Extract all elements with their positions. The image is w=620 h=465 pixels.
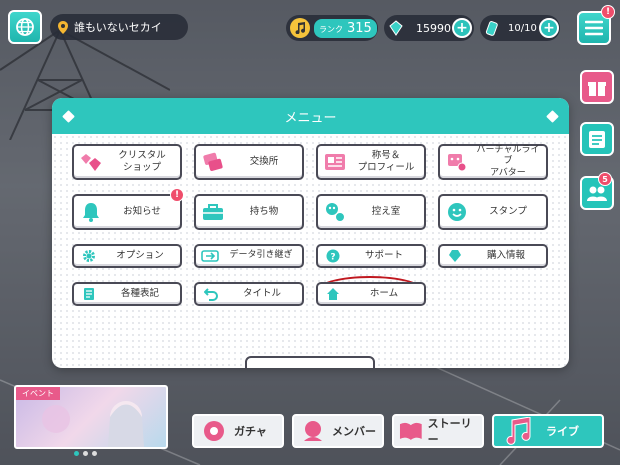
data-transfer-button[interactable]: データ引き継ぎ — [194, 244, 304, 268]
gacha-label: ガチャ — [234, 425, 267, 438]
exchange-button[interactable]: 交換所 — [194, 144, 304, 180]
gift-button[interactable] — [580, 70, 614, 104]
crystal-count: 15990 — [416, 21, 451, 35]
add-energy-button[interactable]: + — [539, 18, 559, 38]
header-diamond-left — [62, 110, 75, 123]
member-label: メンバー — [332, 425, 376, 438]
location-pin-icon — [58, 20, 68, 34]
music-note-icon — [506, 417, 531, 445]
legal-notices-label: 各種表記 — [120, 288, 159, 300]
support-label: サポート — [364, 250, 403, 262]
virtual-live-avatar-label: バーチャルライブ アバター — [476, 145, 540, 178]
event-artwork — [42, 401, 144, 447]
add-crystal-button[interactable]: + — [452, 18, 472, 38]
hamburger-icon — [585, 20, 603, 36]
gear-icon — [74, 249, 104, 263]
location-name: 誰もいないセカイ — [74, 21, 162, 34]
friends-badge: 5 — [598, 172, 612, 186]
legal-notices-button[interactable]: 各種表記 — [72, 282, 182, 306]
story-label: ストーリー — [427, 417, 472, 446]
pager-dot — [83, 451, 88, 456]
live-tab[interactable]: ライブ — [492, 414, 604, 448]
globe-button[interactable] — [8, 10, 42, 44]
svg-text:?: ? — [330, 253, 335, 263]
purchase-icon — [440, 249, 470, 263]
dialog-title: メニュー — [284, 110, 337, 126]
crystal-shop-label: クリスタル ショップ — [118, 150, 166, 173]
live-label: ライブ — [546, 425, 579, 438]
header-diamond-right — [546, 110, 559, 123]
home-button[interactable]: ホーム — [316, 282, 426, 306]
close-button[interactable]: 閉じる — [245, 356, 375, 368]
event-banner[interactable]: イベント — [14, 385, 168, 449]
data-transfer-label: データ引き継ぎ — [229, 250, 293, 261]
exchange-icon — [196, 152, 230, 172]
transfer-icon — [196, 249, 224, 263]
menu-alert-badge: ! — [601, 5, 615, 19]
support-button[interactable]: ? サポート — [316, 244, 426, 268]
return-title-label: タイトル — [242, 288, 281, 300]
pager-dot-active — [74, 451, 79, 456]
title-profile-label: 称号＆ プロフィール — [357, 150, 415, 173]
location-pill[interactable]: 誰もいないセカイ — [50, 14, 188, 40]
clipboard-icon — [589, 131, 605, 148]
inventory-button[interactable]: 持ち物 — [194, 194, 304, 230]
purchase-info-button[interactable]: 購入情報 — [438, 244, 548, 268]
inventory-label: 持ち物 — [249, 206, 279, 218]
crystal-shop-button[interactable]: クリスタル ショップ — [72, 144, 182, 180]
rank-value: 315 — [347, 20, 372, 36]
waiting-room-label: 控え室 — [371, 206, 401, 218]
purchase-info-label: 購入情報 — [486, 250, 525, 262]
stamp-button[interactable]: スタンプ — [438, 194, 548, 230]
waiting-room-button[interactable]: 控え室 — [316, 194, 426, 230]
return-title-button[interactable]: タイトル — [194, 282, 304, 306]
waiting-room-icon — [318, 202, 352, 222]
rank-box: ランク 315 — [314, 18, 377, 38]
stamp-icon — [440, 202, 474, 222]
virtual-live-avatar-button[interactable]: バーチャルライブ アバター — [438, 144, 548, 180]
dialog-header: メニュー — [52, 98, 569, 134]
bag-icon — [196, 203, 230, 221]
stamp-label: スタンプ — [489, 206, 527, 218]
avatar-icon — [440, 152, 474, 172]
option-label: オプション — [116, 250, 164, 262]
help-icon: ? — [318, 249, 348, 263]
menu-dialog: メニュー クリスタル ショップ 交換所 称号＆ プロフィール バーチャルライブ … — [52, 98, 569, 368]
music-note-icon — [290, 18, 310, 38]
exchange-label: 交換所 — [249, 156, 279, 168]
book-icon — [399, 422, 422, 440]
profile-card-icon — [318, 153, 352, 171]
mission-button[interactable] — [580, 122, 614, 156]
crystal-icon — [389, 20, 403, 36]
story-tab[interactable]: ストーリー — [392, 414, 484, 448]
banner-pager — [74, 451, 97, 456]
friends-icon — [587, 186, 607, 201]
bell-icon — [74, 202, 108, 222]
member-icon — [304, 421, 322, 441]
option-button[interactable]: オプション — [72, 244, 182, 268]
gacha-icon — [204, 421, 224, 441]
gacha-tab[interactable]: ガチャ — [192, 414, 284, 448]
title-profile-button[interactable]: 称号＆ プロフィール — [316, 144, 426, 180]
crystal-icon — [74, 152, 108, 172]
energy-bottle-icon — [485, 21, 498, 36]
globe-icon — [16, 18, 34, 36]
energy-count: 10/10 — [508, 22, 537, 34]
return-icon — [196, 287, 226, 301]
dialog-body: クリスタル ショップ 交換所 称号＆ プロフィール バーチャルライブ アバター — [52, 134, 569, 368]
notice-alert-badge: ! — [170, 188, 184, 202]
notice-button[interactable]: お知らせ — [72, 194, 182, 230]
pager-dot — [92, 451, 97, 456]
notice-label: お知らせ — [123, 206, 161, 218]
rank-label: ランク — [319, 24, 343, 34]
home-icon — [318, 287, 348, 301]
member-tab[interactable]: メンバー — [292, 414, 384, 448]
gift-icon — [588, 82, 606, 96]
rank-pill: ランク 315 — [286, 15, 378, 41]
home-label: ホーム — [369, 288, 399, 300]
document-icon — [74, 287, 104, 301]
